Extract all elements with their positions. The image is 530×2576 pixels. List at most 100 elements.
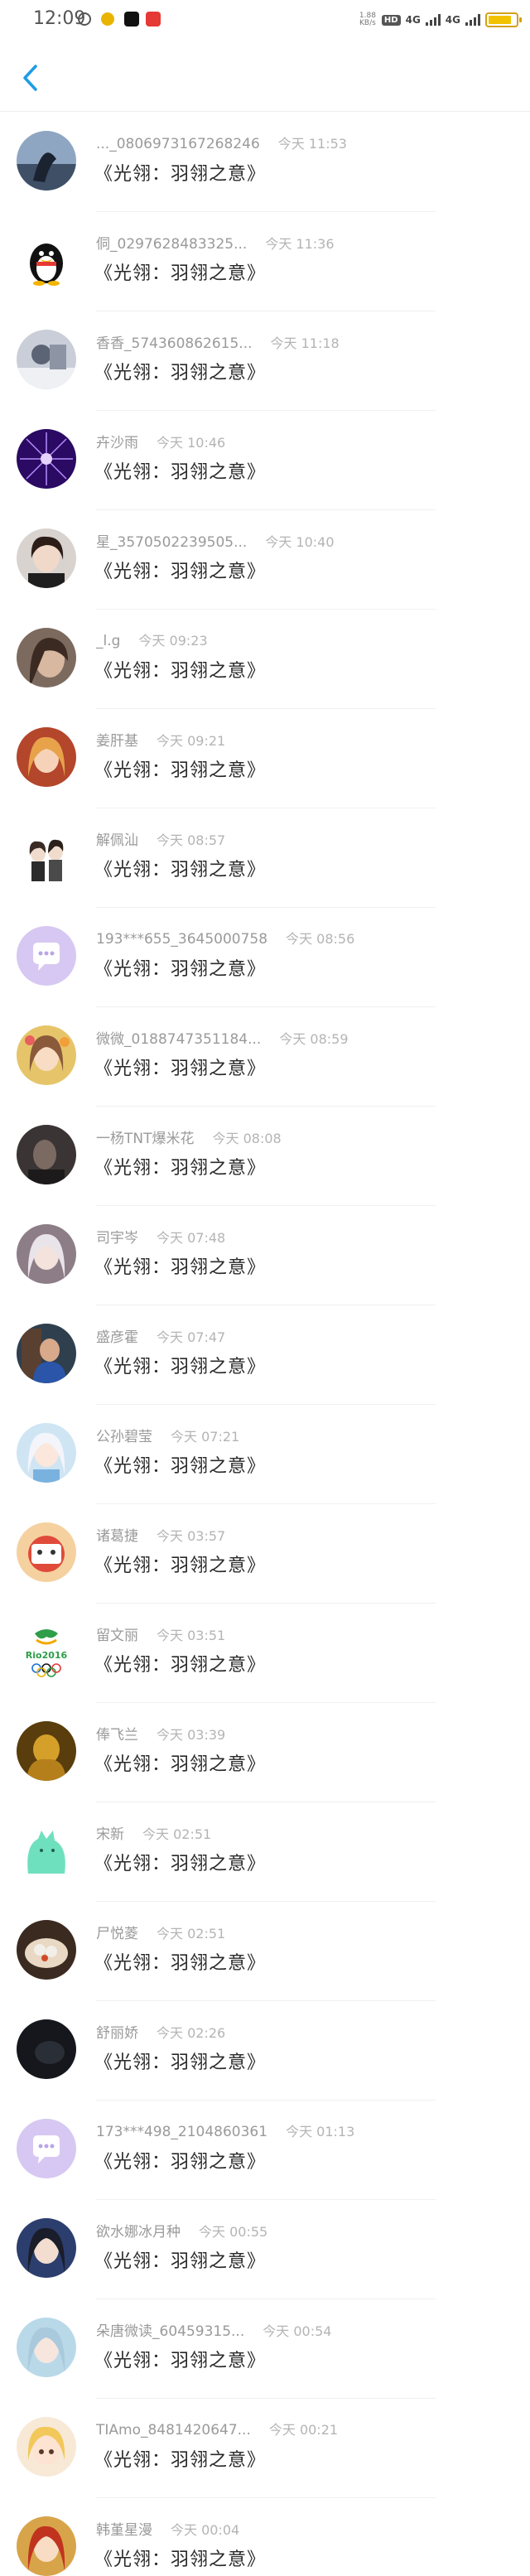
chevron-left-icon: [23, 65, 37, 91]
avatar-purple-firework[interactable]: [17, 429, 76, 489]
avatar-elder-photo[interactable]: [17, 1324, 76, 1383]
sender-name: 星_3570502239505...: [96, 534, 248, 551]
sender-name: 韩堇星漫: [96, 2522, 152, 2539]
sender-line: ..._0806973167268246 今天 11:53: [96, 133, 347, 152]
message-row[interactable]: 韩堇星漫 今天 00:04 《光翎：羽翎之意》: [0, 2498, 530, 2576]
sender-name: 宋新: [96, 1826, 124, 1843]
message-row[interactable]: 193***655_3645000758 今天 08:56 《光翎：羽翎之意》: [0, 908, 530, 1007]
header-divider: [0, 111, 530, 112]
avatar-anime-girl-light[interactable]: [17, 2318, 76, 2377]
sender-name: 欲水娜冰月种: [96, 2224, 181, 2241]
svg-text:Rio2016: Rio2016: [26, 1650, 68, 1661]
message-row[interactable]: 姜肝基 今天 09:21 《光翎：羽翎之意》: [0, 709, 530, 808]
message-row[interactable]: 173***498_2104860361 今天 01:13 《光翎：羽翎之意》: [0, 2101, 530, 2200]
red-app-icon: [146, 12, 161, 27]
sender-line: 173***498_2104860361 今天 01:13: [96, 2120, 354, 2140]
sender-line: 香香_574360862615... 今天 11:18: [96, 331, 340, 352]
message-row[interactable]: _l.g 今天 09:23 《光翎：羽翎之意》: [0, 610, 530, 709]
sender-line: 盛彦霍 今天 07:47: [96, 1325, 225, 1346]
avatar-mint-cat[interactable]: [17, 1821, 76, 1880]
sender-line: 解佩汕 今天 08:57: [96, 828, 225, 849]
avatar-food-bowl[interactable]: [17, 1920, 76, 1980]
status-bar: 12:09 1.88 KB/s HD 4G 4G: [0, 0, 530, 41]
message-row[interactable]: 朵唐微读_60459315... 今天 00:54 《光翎：羽翎之意》: [0, 2299, 530, 2399]
message-row[interactable]: 一杨TNT爆米花 今天 08:08 《光翎：羽翎之意》: [0, 1107, 530, 1206]
network-type-1: 4G: [405, 14, 421, 26]
sender-name: 公孙碧莹: [96, 1429, 152, 1445]
avatar-golden-figure[interactable]: [17, 1721, 76, 1781]
avatar-whale-photo[interactable]: [17, 131, 76, 191]
message-row[interactable]: 舒丽娇 今天 02:26 《光翎：羽翎之意》: [0, 2001, 530, 2101]
sender-name: 舒丽娇: [96, 2025, 138, 2042]
message-text: 《光翎：羽翎之意》: [94, 1158, 267, 1179]
message-row[interactable]: 星_3570502239505... 今天 10:40 《光翎：羽翎之意》: [0, 510, 530, 610]
message-row[interactable]: 欲水娜冰月种 今天 00:55 《光翎：羽翎之意》: [0, 2200, 530, 2299]
message-text: 《光翎：羽翎之意》: [94, 1655, 267, 1676]
sender-line: 诸葛捷 今天 03:57: [96, 1524, 225, 1545]
message-text: 《光翎：羽翎之意》: [94, 1059, 267, 1079]
message-row[interactable]: 微微_0188747351184... 今天 08:59 《光翎：羽翎之意》: [0, 1007, 530, 1107]
message-time: 今天 03:39: [157, 1727, 226, 1743]
message-text: 《光翎：羽翎之意》: [94, 263, 267, 284]
avatar-anime-girl-blue[interactable]: [17, 1423, 76, 1483]
avatar-girl-portrait[interactable]: [17, 528, 76, 588]
avatar-dark-scene[interactable]: [17, 2019, 76, 2079]
message-text: 《光翎：羽翎之意》: [94, 2053, 267, 2073]
avatar-anime-girl-white[interactable]: [17, 1224, 76, 1284]
avatar-default-chat[interactable]: [17, 926, 76, 986]
message-row[interactable]: 香香_574360862615... 今天 11:18 《光翎：羽翎之意》: [0, 311, 530, 411]
avatar-default-chat[interactable]: [17, 2119, 76, 2178]
avatar-chibi-girl[interactable]: [17, 2417, 76, 2477]
avatar-anime-girl-flowers[interactable]: [17, 1025, 76, 1085]
message-text: 《光翎：羽翎之意》: [94, 1953, 267, 1974]
avatar-anime-girl-dark[interactable]: [17, 2218, 76, 2278]
message-row[interactable]: ..._0806973167268246 今天 11:53 《光翎：羽翎之意》: [0, 113, 530, 212]
sender-line: 一杨TNT爆米花 今天 08:08: [96, 1126, 282, 1147]
message-row[interactable]: 尸悦菱 今天 02:51 《光翎：羽翎之意》: [0, 1902, 530, 2001]
sender-line: _l.g 今天 09:23: [96, 630, 208, 649]
signal-icon: [465, 14, 480, 26]
message-time: 今天 08:59: [279, 1031, 349, 1047]
sender-line: 卉沙雨 今天 10:46: [96, 431, 225, 451]
network-speed: 1.88 KB/s: [359, 12, 377, 27]
avatar-qq-penguin[interactable]: [17, 230, 76, 290]
sender-name: 香香_574360862615...: [96, 335, 253, 352]
avatar-dark-portrait[interactable]: [17, 1125, 76, 1184]
sender-line: 星_3570502239505... 今天 10:40: [96, 530, 335, 551]
message-row[interactable]: 公孙碧莹 今天 07:21 《光翎：羽翎之意》: [0, 1405, 530, 1504]
nfc-icon: [78, 12, 91, 26]
sender-line: 宋新 今天 02:51: [96, 1822, 211, 1843]
avatar-rio-2016-logo[interactable]: Rio2016: [17, 1622, 76, 1681]
message-text: 《光翎：羽翎之意》: [94, 562, 267, 582]
message-text: 《光翎：羽翎之意》: [94, 164, 267, 185]
avatar-girl-closeup[interactable]: [17, 628, 76, 687]
message-row[interactable]: 盛彦霍 今天 07:47 《光翎：羽翎之意》: [0, 1305, 530, 1405]
message-row[interactable]: 解佩汕 今天 08:57 《光翎：羽翎之意》: [0, 808, 530, 908]
avatar-couple-drawing[interactable]: [17, 827, 76, 886]
sender-line: 留文丽 今天 03:51: [96, 1623, 225, 1644]
sender-line: 姜肝基 今天 09:21: [96, 729, 225, 750]
message-row[interactable]: 俸飞兰 今天 03:39 《光翎：羽翎之意》: [0, 1703, 530, 1802]
hd-badge: HD: [381, 14, 401, 26]
message-row[interactable]: TIAmo_8481420647... 今天 00:21 《光翎：羽翎之意》: [0, 2399, 530, 2498]
message-text: 《光翎：羽翎之意》: [94, 363, 267, 384]
avatar-cartoon-cat[interactable]: [17, 1522, 76, 1582]
avatar-anime-girl-red[interactable]: [17, 727, 76, 787]
sender-name: 司宇岑: [96, 1230, 138, 1247]
message-row[interactable]: 诸葛捷 今天 03:57 《光翎：羽翎之意》: [0, 1504, 530, 1604]
message-row[interactable]: 侗_0297628483325... 今天 11:36 《光翎：羽翎之意》: [0, 212, 530, 311]
message-row[interactable]: 宋新 今天 02:51 《光翎：羽翎之意》: [0, 1802, 530, 1902]
sender-line: 微微_0188747351184... 今天 08:59: [96, 1027, 349, 1048]
message-time: 今天 11:18: [270, 335, 340, 351]
message-row[interactable]: 卉沙雨 今天 10:46 《光翎：羽翎之意》: [0, 411, 530, 510]
avatar-winter-photo[interactable]: [17, 330, 76, 389]
message-row[interactable]: Rio2016 留文丽 今天 03:51 《光翎：羽翎之意》: [0, 1604, 530, 1703]
message-row[interactable]: 司宇岑 今天 07:48 《光翎：羽翎之意》: [0, 1206, 530, 1305]
message-text: 《光翎：羽翎之意》: [94, 1456, 267, 1477]
sender-name: 姜肝基: [96, 733, 138, 750]
message-time: 今天 10:40: [265, 534, 335, 550]
avatar-anime-red-hair[interactable]: [17, 2516, 76, 2576]
back-button[interactable]: [13, 60, 46, 96]
sender-name: 尸悦菱: [96, 1926, 138, 1942]
app-notification-icon: [101, 12, 114, 26]
